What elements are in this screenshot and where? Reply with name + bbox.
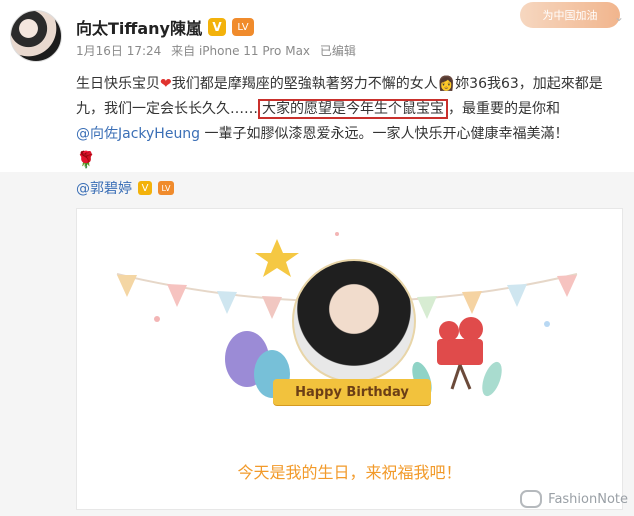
watermark-text: FashionNote [548, 491, 628, 507]
post-meta: 1月16日 17:24 来自 iPhone 11 Pro Max 已编辑 [76, 42, 362, 59]
campaign-badge[interactable]: 为中国加油 [520, 2, 620, 28]
repost-section: @郭碧婷 V LV Happy Birthday 今天是我的生日，来祝福我吧！ … [0, 172, 634, 516]
woman-emoji: 👩 [437, 76, 456, 92]
birthday-invite-text[interactable]: 今天是我的生日，来祝福我吧！ [77, 459, 622, 483]
repost-level-badge: LV [158, 181, 174, 195]
level-badge: LV [231, 18, 254, 36]
ribbon-text: Happy Birthday [295, 384, 409, 400]
post-source: 来自 iPhone 11 Pro Max [171, 44, 311, 58]
repost-author-name[interactable]: @郭碧婷 [76, 178, 132, 198]
author-name[interactable]: 向太Tiffany陳嵐 [76, 15, 202, 39]
campaign-label: 为中国加油 [542, 9, 598, 22]
post-header: 向太Tiffany陳嵐 V LV 1月16日 17:24 来自 iPhone 1… [0, 0, 634, 68]
chevron-down-icon[interactable]: ⌄ [614, 10, 626, 24]
text-part1: 生日快乐宝贝 [76, 76, 160, 92]
post-text: 生日快乐宝贝❤我们都是摩羯座的堅強執著努力不懈的女人👩妳36我63，加起來都是九… [76, 72, 621, 174]
profile-photo [292, 259, 416, 383]
repost-author-row: @郭碧婷 V LV [76, 178, 174, 198]
repost-verified-badge: V [138, 181, 152, 195]
text-part2: 我们都是摩羯座的堅強執著努力不懈的女人 [171, 76, 438, 92]
post-date: 1月16日 17:24 [76, 44, 162, 58]
text-part5: 一輩子如膠似漆恩爱永远。一家人快乐开心健康幸福美滿！ [200, 126, 569, 142]
post-edited: 已编辑 [319, 44, 356, 58]
highlighted-text: 大家的愿望是今年生个鼠宝宝 [258, 99, 448, 119]
wechat-icon [520, 490, 543, 508]
author-avatar[interactable] [10, 10, 62, 62]
author-name-row: 向太Tiffany陳嵐 V LV [76, 16, 254, 38]
watermark: FashionNote [520, 490, 628, 508]
rose-emoji: 🌹 [76, 150, 96, 169]
verified-badge: V [207, 18, 226, 36]
heart-emoji: ❤ [160, 76, 172, 92]
text-part4: ，最重要的是你和 [448, 101, 560, 117]
happy-birthday-ribbon: Happy Birthday [273, 379, 431, 405]
mention-link[interactable]: @向佐JackyHeung [76, 126, 200, 142]
birthday-card[interactable]: Happy Birthday 今天是我的生日，来祝福我吧！ [76, 208, 623, 510]
